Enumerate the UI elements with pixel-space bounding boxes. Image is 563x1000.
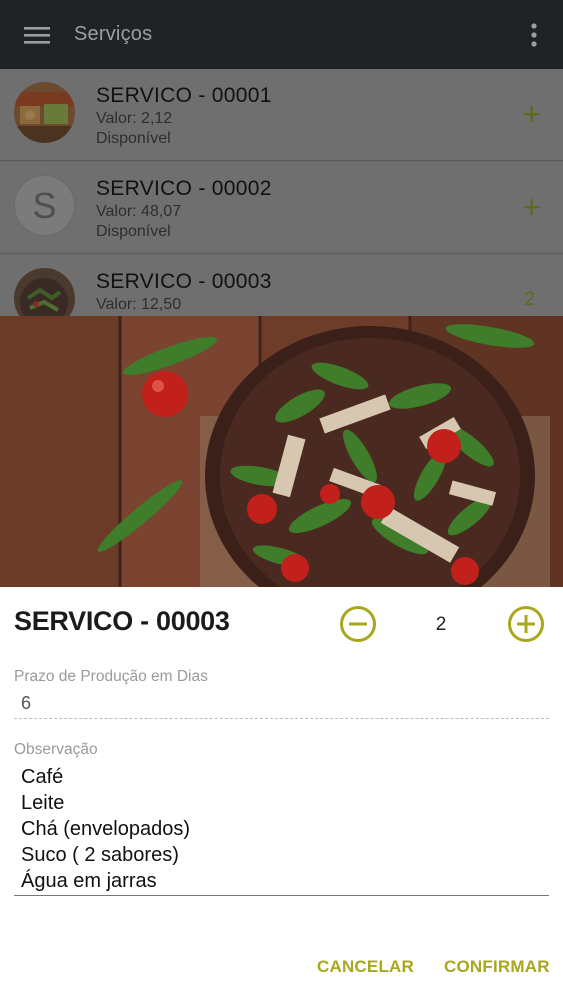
minus-circle-icon	[340, 606, 376, 642]
service-dialog: SERVICO - 00003 2 Prazo de Produção em D…	[0, 316, 563, 1000]
decrease-quantity-button[interactable]	[339, 605, 377, 643]
service-quantity-badge: 2	[524, 289, 535, 310]
service-value: Valor: 12,50	[96, 296, 182, 313]
production-days-label: Prazo de Produção em Dias	[14, 668, 208, 685]
service-avatar-letter: S	[14, 175, 75, 236]
observation-line: Água em jarras	[21, 870, 157, 892]
add-service-button[interactable]: +	[522, 98, 541, 130]
screen: Serviços SERVICO - 00001 Valor: 2,12 Dis…	[0, 0, 563, 1000]
service-title: SERVICO - 00001	[96, 84, 272, 107]
observation-line: Chá (envelopados)	[21, 818, 190, 840]
list-item[interactable]: SERVICO - 00003 Valor: 12,50	[0, 255, 563, 316]
cancel-button[interactable]: CANCELAR	[317, 957, 414, 977]
more-options-button[interactable]	[529, 22, 539, 48]
production-days-input[interactable]: 6	[21, 693, 31, 714]
observation-line: Leite	[21, 792, 65, 814]
service-title: SERVICO - 00003	[96, 270, 272, 293]
services-list: SERVICO - 00001 Valor: 2,12 Disponível +…	[0, 69, 563, 316]
service-avatar-image	[14, 268, 75, 316]
list-item[interactable]: SERVICO - 00001 Valor: 2,12 Disponível +	[0, 69, 563, 161]
increase-quantity-button[interactable]	[507, 605, 545, 643]
plus-circle-icon	[508, 606, 544, 642]
service-title: SERVICO - 00002	[96, 177, 272, 200]
observation-textarea[interactable]: Café Leite Chá (envelopados) Suco ( 2 sa…	[21, 764, 190, 894]
menu-button[interactable]	[0, 0, 74, 69]
service-value: Valor: 48,07	[96, 203, 182, 220]
app-bar-title: Serviços	[74, 23, 153, 45]
service-status: Disponível	[96, 223, 171, 240]
observation-line: Suco ( 2 sabores)	[21, 844, 179, 866]
list-item[interactable]: S SERVICO - 00002 Valor: 48,07 Disponíve…	[0, 162, 563, 254]
service-value: Valor: 2,12	[96, 110, 173, 127]
service-avatar-image	[14, 82, 75, 143]
dialog-title: SERVICO - 00003	[14, 606, 230, 636]
service-status: Disponível	[96, 130, 171, 147]
hamburger-icon	[24, 26, 50, 44]
observation-line: Café	[21, 766, 64, 788]
observation-label: Observação	[14, 741, 98, 758]
more-vert-icon	[531, 23, 537, 47]
observation-underline	[14, 895, 549, 896]
production-days-underline	[14, 718, 549, 719]
add-service-button[interactable]: +	[522, 191, 541, 223]
quantity-value: 2	[435, 614, 447, 635]
service-photo	[0, 316, 563, 587]
app-bar: Serviços	[0, 0, 563, 69]
confirm-button[interactable]: CONFIRMAR	[444, 957, 550, 977]
